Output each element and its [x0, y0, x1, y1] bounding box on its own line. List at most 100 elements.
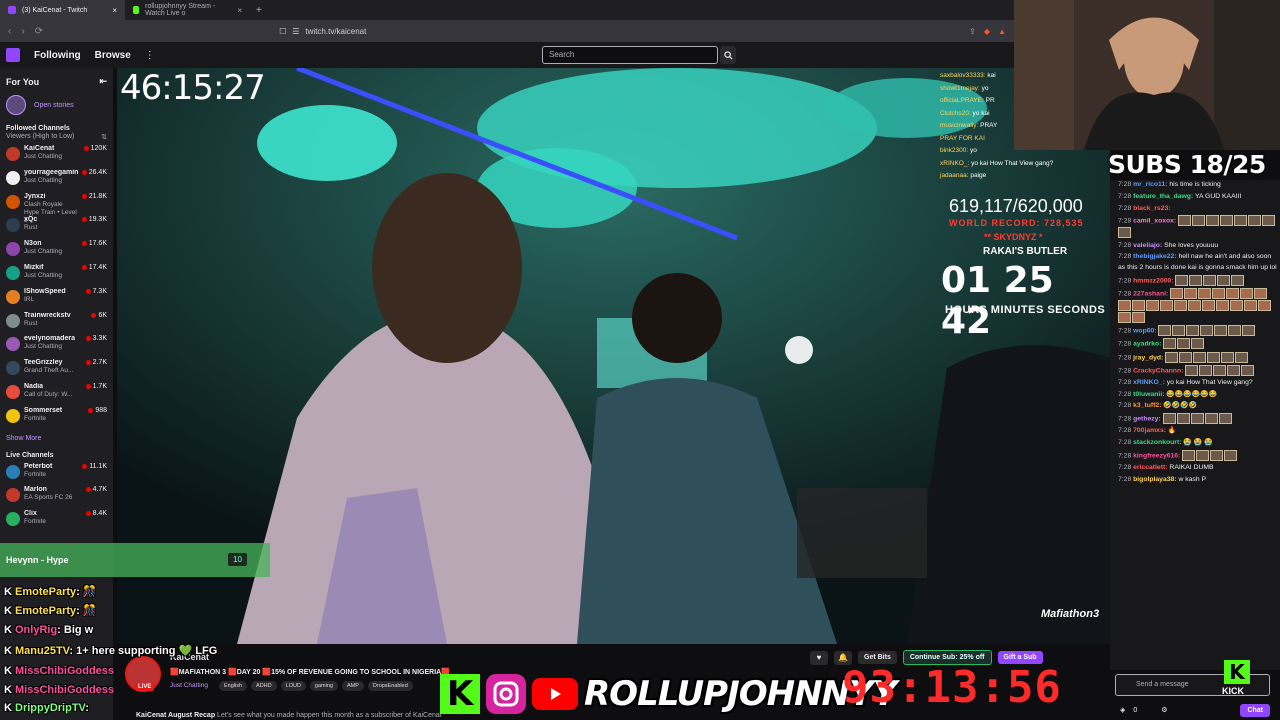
search-button[interactable]: [720, 46, 736, 64]
share-icon[interactable]: ⇪: [969, 27, 976, 36]
stream-tag[interactable]: DropsEnabled: [367, 681, 413, 691]
url-field[interactable]: ☐ ☰ twitch.tv/kaicenat: [273, 23, 813, 39]
chat-username[interactable]: bigolplaya38:: [1133, 476, 1176, 483]
chat-username[interactable]: stackzonkourt:: [1133, 439, 1181, 446]
sidebar-channel[interactable]: Clix Fortnite 8.4K: [0, 510, 113, 534]
chat-username[interactable]: k3_tuff2:: [1133, 402, 1161, 409]
stream-tag[interactable]: AMP: [341, 681, 364, 691]
sidebar: For You ⇤ Open stories Followed Channels…: [0, 68, 113, 720]
live-dot-icon: [85, 487, 91, 493]
browse-link[interactable]: Browse: [95, 50, 131, 61]
chat-username[interactable]: hmmzz2000:: [1133, 277, 1173, 284]
twitch-logo-icon[interactable]: [6, 48, 20, 62]
chat-username[interactable]: ericcatlett:: [1133, 464, 1167, 471]
chat-settings-icon[interactable]: ⚙: [1161, 706, 1167, 714]
chat-emote-icon: [1258, 300, 1271, 312]
following-link[interactable]: Following: [34, 50, 81, 61]
sidebar-channel[interactable]: Sommerset Fortnite 988: [0, 407, 113, 431]
site-info-icon[interactable]: ☰: [292, 27, 299, 36]
more-menu-icon[interactable]: ⋮: [145, 50, 155, 61]
chat-username[interactable]: thebigjake22:: [1133, 253, 1176, 260]
chat-username[interactable]: CrackyChannn:: [1133, 367, 1183, 374]
chat-username[interactable]: camil_xoxox:: [1133, 218, 1176, 225]
chat-username[interactable]: ayadrko:: [1133, 341, 1161, 348]
bookmark-icon[interactable]: ☐: [279, 27, 286, 36]
recap-banner[interactable]: KaiCenat August Recap Let's see what you…: [136, 712, 442, 719]
stream-category[interactable]: Just Chatting: [170, 682, 208, 689]
stream-tag[interactable]: ADHD: [251, 681, 277, 691]
channel-points-icon[interactable]: ◈: [1120, 706, 1125, 714]
search-input[interactable]: Search: [542, 46, 718, 64]
close-tab-icon[interactable]: ×: [112, 6, 117, 15]
overlay-alert-line: K MissChibiGoddess: [4, 665, 114, 677]
youtube-icon: [532, 678, 578, 710]
sidebar-channel[interactable]: Marlon EA Sports FC 26 4.7K: [0, 486, 113, 510]
close-tab-icon[interactable]: ×: [237, 6, 242, 15]
kick-badge-icon: K: [4, 586, 15, 598]
channel-category: Just Chatting: [24, 343, 62, 351]
sidebar-channel[interactable]: IShowSpeed IRL 7.3K: [0, 288, 113, 312]
chat-send-button[interactable]: Chat: [1240, 703, 1270, 717]
chat-username[interactable]: black_rs23:: [1133, 205, 1170, 212]
channel-name: Peterbot: [24, 462, 53, 470]
chat-username[interactable]: jray_dyd:: [1133, 354, 1163, 361]
overlay-chat-text: PRAY: [980, 122, 998, 129]
chat-emote-icon: [1189, 274, 1203, 286]
collapse-sidebar-icon[interactable]: ⇤: [99, 76, 107, 87]
stream-tag[interactable]: gaming: [309, 681, 338, 691]
chat-username[interactable]: 700jamxs:: [1133, 427, 1166, 434]
chat-username[interactable]: gethezy:: [1133, 415, 1161, 422]
chat-emote-icon: [1176, 413, 1190, 425]
browser-tab[interactable]: rollupjohnnyy Stream - Watch Live o ×: [125, 0, 250, 20]
viewer-count-value: 11.1K: [89, 462, 107, 470]
sidebar-channel[interactable]: yourrageegaming Just Chatting 26.4K: [0, 169, 113, 193]
chat-username[interactable]: valeliajo:: [1133, 242, 1162, 249]
chat-username[interactable]: kingfreezy616:: [1133, 452, 1180, 459]
sidebar-channel[interactable]: TeeGrizzley Grand Theft Au... 2.7K: [0, 359, 113, 383]
sidebar-channel[interactable]: Nadia Call of Duty: W... 1.7K: [0, 383, 113, 407]
sidebar-channel[interactable]: Mizkif Just Chatting 17.4K: [0, 264, 113, 288]
chat-username[interactable]: feature_tha_dawg:: [1133, 193, 1193, 200]
brave-shield-icon[interactable]: ◆: [984, 27, 990, 36]
reload-icon[interactable]: ⟳: [35, 26, 43, 37]
live-dot-icon: [81, 217, 87, 223]
back-icon[interactable]: ‹: [8, 26, 11, 37]
channel-category: Call of Duty: W...: [24, 390, 73, 398]
kick-badge-icon: K: [4, 684, 15, 696]
chat-emote-icon: [1146, 300, 1159, 312]
forward-icon[interactable]: ›: [21, 26, 24, 37]
sidebar-channel[interactable]: KaiCenat Just Chatting 120K: [0, 145, 113, 169]
overlay-alert-name: EmoteParty: [15, 586, 77, 598]
stream-tag[interactable]: English: [219, 681, 248, 691]
viewer-count-value: 21.8K: [88, 192, 107, 200]
heart-icon[interactable]: ♥: [810, 650, 828, 665]
chat-username[interactable]: xRINKO_:: [1133, 379, 1165, 386]
stream-tag[interactable]: LOUD: [280, 681, 306, 691]
chat-timestamp: 7:28: [1118, 290, 1132, 298]
chat-emote-icon: [1227, 364, 1241, 376]
kick-label: KICK: [1222, 686, 1244, 696]
new-tab-icon[interactable]: +: [250, 5, 268, 16]
channel-info: TeeGrizzley Grand Theft Au...: [24, 359, 82, 375]
sidebar-channel[interactable]: Trainwreckstv Rust 6K: [0, 312, 113, 336]
chat-username[interactable]: mr_rico11:: [1133, 181, 1167, 188]
brave-rewards-icon[interactable]: ▲: [998, 27, 1006, 36]
sidebar-channel[interactable]: Jynxzi Clash Royale Hype Train • Level 2 21…: [0, 192, 113, 224]
chat-username[interactable]: 227ashani:: [1133, 290, 1168, 297]
chat-username[interactable]: wop60:: [1133, 328, 1156, 335]
chat-message: 7:28 black_rs23:: [1110, 204, 1280, 216]
chat-timestamp: 7:28: [1118, 340, 1132, 348]
chat-username[interactable]: t0luwanii:: [1133, 391, 1164, 398]
sidebar-channel[interactable]: evelynomadera Just Chatting 3.3K: [0, 335, 113, 359]
sidebar-channel[interactable]: Peterbot Fortnite 11.1K: [0, 463, 113, 487]
sort-icon[interactable]: ⇅: [101, 133, 107, 141]
browser-tab[interactable]: (3) KaiCenat - Twitch ×: [0, 0, 125, 20]
chat-text: 😂😂😂😂😂😂: [1166, 390, 1218, 398]
channel-info: KaiCenat Just Chatting: [24, 145, 80, 161]
show-more-link[interactable]: Show More: [0, 431, 113, 446]
sidebar-channel[interactable]: xQc Rust 19.3K: [0, 216, 113, 240]
channel-avatar: [6, 337, 20, 352]
open-stories[interactable]: Open stories: [0, 91, 113, 119]
sidebar-channel[interactable]: N3on Just Chatting 17.6K: [0, 240, 113, 264]
followed-sort-label[interactable]: Viewers (High to Low): [6, 133, 74, 141]
